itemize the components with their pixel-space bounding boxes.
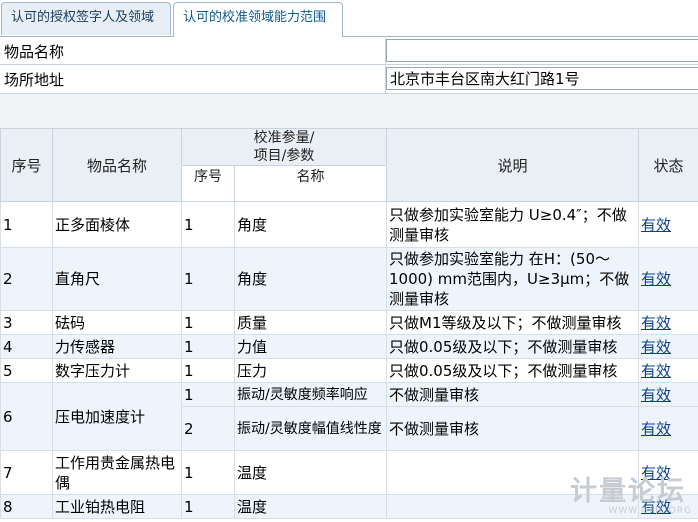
location-input[interactable]: [386, 67, 698, 90]
status-link[interactable]: 有效: [641, 314, 671, 332]
cell-note: 不做测量审核: [386, 382, 639, 407]
table-row: 7 工作用贵金属热电偶 1 温度 有效: [0, 450, 698, 495]
cell-note: 只做0.05级及以下；不做测量审核: [386, 334, 639, 359]
item-name-input[interactable]: [386, 39, 698, 62]
header-note: 说明: [386, 128, 639, 202]
cell-item: 直角尺: [52, 247, 182, 311]
cell-note: 不做测量审核: [386, 406, 639, 451]
cell-param: 温度: [234, 494, 387, 519]
table-row: 5 数字压力计 1 压力 只做0.05级及以下；不做测量审核 有效: [0, 358, 698, 383]
cell-seq: 8: [0, 494, 53, 519]
table-row: 8 工业铂热电阻 1 温度 有效: [0, 494, 698, 519]
tab-bar: 认可的授权签字人及领域 认可的校准领域能力范围: [0, 0, 698, 37]
cell-param: 角度: [234, 247, 387, 311]
cell-sub-seq: 1: [181, 201, 235, 248]
cell-note: 只做参加实验室能力 在H：(50～1000) mm范围内，U≥3μm；不做测量审…: [386, 247, 639, 311]
cell-note: 只做0.05级及以下；不做测量审核: [386, 358, 639, 383]
cell-param: 振动/灵敏度幅值线性度: [234, 406, 387, 451]
form-spacer: [0, 94, 698, 129]
cell-sub-seq: 2: [181, 406, 235, 451]
cell-item: 工作用贵金属热电偶: [52, 450, 182, 495]
header-seq: 序号: [0, 128, 53, 202]
cell-sub-seq: 1: [181, 494, 235, 519]
cell-item: 砝码: [52, 310, 182, 335]
table-row: 6 压电加速度计 1 振动/灵敏度频率响应 不做测量审核 有效: [0, 382, 698, 451]
cell-sub-seq: 1: [181, 310, 235, 335]
table-row: 1 正多面棱体 1 角度 只做参加实验室能力 U≥0.4″；不做测量审核 有效: [0, 201, 698, 248]
table-row: 4 力传感器 1 力值 只做0.05级及以下；不做测量审核 有效: [0, 334, 698, 359]
calibration-scope-table: 序号 物品名称 校准参量/ 项目/参数 说明 状态 序号 名称 1 正多面棱体 …: [0, 128, 698, 519]
cell-note: 只做参加实验室能力 U≥0.4″；不做测量审核: [386, 201, 639, 248]
table-row: 2 直角尺 1 角度 只做参加实验室能力 在H：(50～1000) mm范围内，…: [0, 247, 698, 311]
cell-param: 质量: [234, 310, 387, 335]
cell-seq: 5: [0, 358, 53, 383]
item-name-row: 物品名称: [0, 38, 698, 65]
header-sub-seq: 序号: [181, 165, 235, 202]
cell-param: 温度: [234, 450, 387, 495]
header-item-name: 物品名称: [52, 128, 182, 202]
cell-param: 角度: [234, 201, 387, 248]
cell-sub-seq: 1: [181, 334, 235, 359]
cell-note: [386, 494, 639, 519]
cell-item: 压电加速度计: [52, 382, 182, 451]
status-link[interactable]: 有效: [641, 420, 671, 438]
location-row: 场所地址: [0, 65, 698, 94]
status-link[interactable]: 有效: [641, 386, 671, 404]
status-link[interactable]: 有效: [641, 338, 671, 356]
cell-sub-seq: 1: [181, 358, 235, 383]
cell-seq: 1: [0, 201, 53, 248]
cell-sub-seq: 1: [181, 247, 235, 311]
header-status: 状态: [638, 128, 698, 202]
cell-item: 工业铂热电阻: [52, 494, 182, 519]
cell-param: 振动/灵敏度频率响应: [234, 382, 387, 407]
cell-seq: 3: [0, 310, 53, 335]
cell-param: 力值: [234, 334, 387, 359]
cell-sub-seq: 1: [181, 450, 235, 495]
cell-param: 压力: [234, 358, 387, 383]
status-link[interactable]: 有效: [641, 362, 671, 380]
status-link[interactable]: 有效: [641, 498, 671, 516]
location-label: 场所地址: [4, 71, 65, 89]
cell-seq: 2: [0, 247, 53, 311]
table-row: 3 砝码 1 质量 只做M1等级及以下；不做测量审核 有效: [0, 310, 698, 335]
cell-seq: 7: [0, 450, 53, 495]
cell-seq: 4: [0, 334, 53, 359]
header-sub-name: 名称: [234, 165, 387, 202]
tab-authorized-signatories[interactable]: 认可的授权签字人及领域: [1, 2, 171, 35]
status-link[interactable]: 有效: [641, 270, 671, 288]
header-param-group: 校准参量/ 项目/参数: [181, 128, 387, 166]
cell-item: 力传感器: [52, 334, 182, 359]
cell-item: 正多面棱体: [52, 201, 182, 248]
cell-note: 只做M1等级及以下；不做测量审核: [386, 310, 639, 335]
status-link[interactable]: 有效: [641, 216, 671, 234]
tab-calibration-scope[interactable]: 认可的校准领域能力范围: [173, 2, 343, 37]
cell-seq: 6: [0, 382, 53, 451]
status-link[interactable]: 有效: [641, 464, 671, 482]
form-divider: [385, 38, 386, 94]
item-name-label: 物品名称: [4, 43, 65, 61]
cell-note: [386, 450, 639, 495]
cell-item: 数字压力计: [52, 358, 182, 383]
cell-sub-seq: 1: [181, 382, 235, 407]
